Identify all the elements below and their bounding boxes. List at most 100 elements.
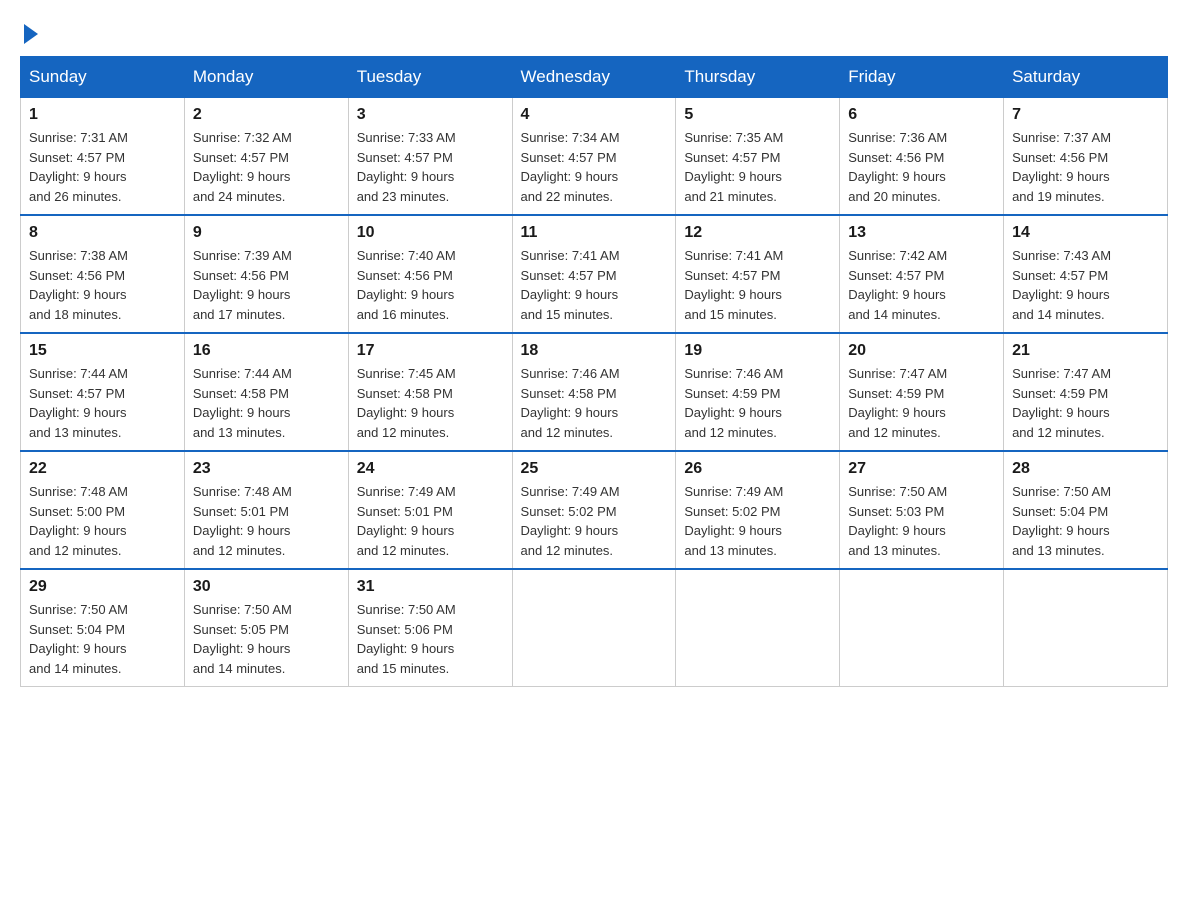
day-number: 14 [1012, 224, 1159, 242]
calendar-day-cell: 16 Sunrise: 7:44 AMSunset: 4:58 PMDayligh… [184, 333, 348, 451]
calendar-day-cell: 6 Sunrise: 7:36 AMSunset: 4:56 PMDaylight… [840, 98, 1004, 216]
day-info: Sunrise: 7:49 AMSunset: 5:02 PMDaylight:… [521, 482, 668, 560]
day-number: 20 [848, 342, 995, 360]
calendar-day-cell: 9 Sunrise: 7:39 AMSunset: 4:56 PMDaylight… [184, 215, 348, 333]
calendar-day-cell: 11 Sunrise: 7:41 AMSunset: 4:57 PMDayligh… [512, 215, 676, 333]
calendar-table: SundayMondayTuesdayWednesdayThursdayFrid… [20, 56, 1168, 687]
calendar-day-cell: 31Sunrise: 7:50 AMSunset: 5:06 PMDayligh… [348, 569, 512, 687]
day-number: 7 [1012, 106, 1159, 124]
day-number: 27 [848, 460, 995, 478]
day-info: Sunrise: 7:41 AMSunset: 4:57 PMDaylight:… [684, 246, 831, 324]
calendar-day-cell: 26 Sunrise: 7:49 AMSunset: 5:02 PMDayligh… [676, 451, 840, 569]
calendar-day-cell: 13 Sunrise: 7:42 AMSunset: 4:57 PMDayligh… [840, 215, 1004, 333]
day-info: Sunrise: 7:36 AMSunset: 4:56 PMDaylight:… [848, 128, 995, 206]
logo [20, 20, 38, 40]
calendar-week-row: 1 Sunrise: 7:31 AMSunset: 4:57 PMDaylight… [21, 98, 1168, 216]
day-info: Sunrise: 7:50 AMSunset: 5:03 PMDaylight:… [848, 482, 995, 560]
day-info: Sunrise: 7:44 AMSunset: 4:57 PMDaylight:… [29, 364, 176, 442]
day-info: Sunrise: 7:50 AMSunset: 5:06 PMDaylight:… [357, 600, 504, 678]
empty-cell [840, 569, 1004, 687]
calendar-day-cell: 15Sunrise: 7:44 AMSunset: 4:57 PMDayligh… [21, 333, 185, 451]
day-info: Sunrise: 7:50 AMSunset: 5:05 PMDaylight:… [193, 600, 340, 678]
day-info: Sunrise: 7:34 AMSunset: 4:57 PMDaylight:… [521, 128, 668, 206]
day-info: Sunrise: 7:43 AMSunset: 4:57 PMDaylight:… [1012, 246, 1159, 324]
day-number: 5 [684, 106, 831, 124]
calendar-week-row: 22 Sunrise: 7:48 AMSunset: 5:00 PMDayligh… [21, 451, 1168, 569]
calendar-day-cell: 7 Sunrise: 7:37 AMSunset: 4:56 PMDaylight… [1004, 98, 1168, 216]
day-number: 18 [521, 342, 668, 360]
day-info: Sunrise: 7:49 AMSunset: 5:01 PMDaylight:… [357, 482, 504, 560]
calendar-day-cell: 12 Sunrise: 7:41 AMSunset: 4:57 PMDayligh… [676, 215, 840, 333]
calendar-day-cell: 17Sunrise: 7:45 AMSunset: 4:58 PMDayligh… [348, 333, 512, 451]
calendar-day-cell: 23 Sunrise: 7:48 AMSunset: 5:01 PMDayligh… [184, 451, 348, 569]
calendar-day-cell: 4Sunrise: 7:34 AMSunset: 4:57 PMDaylight… [512, 98, 676, 216]
page-header [20, 20, 1168, 40]
day-info: Sunrise: 7:31 AMSunset: 4:57 PMDaylight:… [29, 128, 176, 206]
calendar-day-cell: 8 Sunrise: 7:38 AMSunset: 4:56 PMDaylight… [21, 215, 185, 333]
day-number: 30 [193, 578, 340, 596]
day-number: 29 [29, 578, 176, 596]
calendar-day-cell: 24 Sunrise: 7:49 AMSunset: 5:01 PMDayligh… [348, 451, 512, 569]
day-info: Sunrise: 7:39 AMSunset: 4:56 PMDaylight:… [193, 246, 340, 324]
calendar-day-cell: 21Sunrise: 7:47 AMSunset: 4:59 PMDayligh… [1004, 333, 1168, 451]
calendar-week-row: 8 Sunrise: 7:38 AMSunset: 4:56 PMDaylight… [21, 215, 1168, 333]
day-info: Sunrise: 7:35 AMSunset: 4:57 PMDaylight:… [684, 128, 831, 206]
calendar-day-cell: 22 Sunrise: 7:48 AMSunset: 5:00 PMDayligh… [21, 451, 185, 569]
empty-cell [512, 569, 676, 687]
day-number: 22 [29, 460, 176, 478]
calendar-header-sunday: Sunday [21, 57, 185, 98]
day-info: Sunrise: 7:46 AMSunset: 4:59 PMDaylight:… [684, 364, 831, 442]
calendar-header-friday: Friday [840, 57, 1004, 98]
calendar-day-cell: 1 Sunrise: 7:31 AMSunset: 4:57 PMDaylight… [21, 98, 185, 216]
day-info: Sunrise: 7:41 AMSunset: 4:57 PMDaylight:… [521, 246, 668, 324]
calendar-header-tuesday: Tuesday [348, 57, 512, 98]
day-info: Sunrise: 7:48 AMSunset: 5:00 PMDaylight:… [29, 482, 176, 560]
calendar-day-cell: 14 Sunrise: 7:43 AMSunset: 4:57 PMDayligh… [1004, 215, 1168, 333]
calendar-day-cell: 10 Sunrise: 7:40 AMSunset: 4:56 PMDayligh… [348, 215, 512, 333]
day-number: 16 [193, 342, 340, 360]
day-number: 23 [193, 460, 340, 478]
day-number: 12 [684, 224, 831, 242]
calendar-day-cell: 2 Sunrise: 7:32 AMSunset: 4:57 PMDaylight… [184, 98, 348, 216]
day-info: Sunrise: 7:42 AMSunset: 4:57 PMDaylight:… [848, 246, 995, 324]
day-info: Sunrise: 7:46 AMSunset: 4:58 PMDaylight:… [521, 364, 668, 442]
day-info: Sunrise: 7:38 AMSunset: 4:56 PMDaylight:… [29, 246, 176, 324]
day-info: Sunrise: 7:50 AMSunset: 5:04 PMDaylight:… [1012, 482, 1159, 560]
day-info: Sunrise: 7:48 AMSunset: 5:01 PMDaylight:… [193, 482, 340, 560]
calendar-day-cell: 5 Sunrise: 7:35 AMSunset: 4:57 PMDaylight… [676, 98, 840, 216]
day-number: 6 [848, 106, 995, 124]
calendar-day-cell: 27 Sunrise: 7:50 AMSunset: 5:03 PMDayligh… [840, 451, 1004, 569]
day-info: Sunrise: 7:49 AMSunset: 5:02 PMDaylight:… [684, 482, 831, 560]
day-info: Sunrise: 7:50 AMSunset: 5:04 PMDaylight:… [29, 600, 176, 678]
calendar-day-cell: 20 Sunrise: 7:47 AMSunset: 4:59 PMDayligh… [840, 333, 1004, 451]
calendar-week-row: 29 Sunrise: 7:50 AMSunset: 5:04 PMDayligh… [21, 569, 1168, 687]
day-number: 1 [29, 106, 176, 124]
calendar-day-cell: 28 Sunrise: 7:50 AMSunset: 5:04 PMDayligh… [1004, 451, 1168, 569]
day-number: 26 [684, 460, 831, 478]
day-number: 11 [521, 224, 668, 242]
day-number: 25 [521, 460, 668, 478]
day-info: Sunrise: 7:47 AMSunset: 4:59 PMDaylight:… [848, 364, 995, 442]
day-info: Sunrise: 7:32 AMSunset: 4:57 PMDaylight:… [193, 128, 340, 206]
calendar-day-cell: 29 Sunrise: 7:50 AMSunset: 5:04 PMDayligh… [21, 569, 185, 687]
day-info: Sunrise: 7:44 AMSunset: 4:58 PMDaylight:… [193, 364, 340, 442]
empty-cell [676, 569, 840, 687]
day-number: 9 [193, 224, 340, 242]
day-number: 24 [357, 460, 504, 478]
day-number: 28 [1012, 460, 1159, 478]
day-number: 2 [193, 106, 340, 124]
calendar-header-monday: Monday [184, 57, 348, 98]
day-number: 17 [357, 342, 504, 360]
day-info: Sunrise: 7:37 AMSunset: 4:56 PMDaylight:… [1012, 128, 1159, 206]
day-number: 10 [357, 224, 504, 242]
calendar-header-row: SundayMondayTuesdayWednesdayThursdayFrid… [21, 57, 1168, 98]
calendar-header-saturday: Saturday [1004, 57, 1168, 98]
day-info: Sunrise: 7:40 AMSunset: 4:56 PMDaylight:… [357, 246, 504, 324]
day-number: 3 [357, 106, 504, 124]
day-number: 13 [848, 224, 995, 242]
calendar-day-cell: 30 Sunrise: 7:50 AMSunset: 5:05 PMDayligh… [184, 569, 348, 687]
calendar-day-cell: 19Sunrise: 7:46 AMSunset: 4:59 PMDayligh… [676, 333, 840, 451]
calendar-day-cell: 25 Sunrise: 7:49 AMSunset: 5:02 PMDayligh… [512, 451, 676, 569]
calendar-day-cell: 18 Sunrise: 7:46 AMSunset: 4:58 PMDayligh… [512, 333, 676, 451]
day-number: 8 [29, 224, 176, 242]
